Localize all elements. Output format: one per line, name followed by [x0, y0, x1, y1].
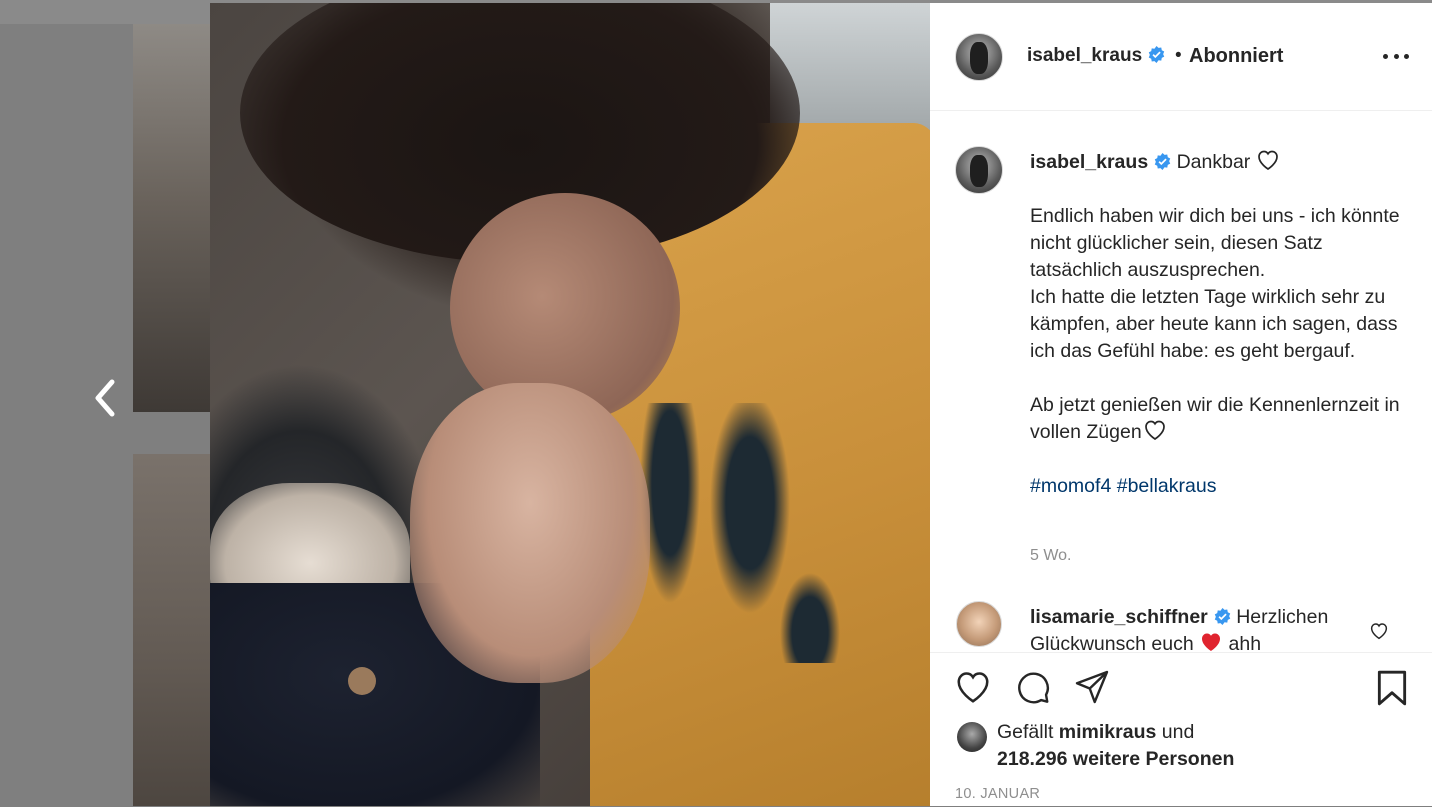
caption-title: Dankbar [1176, 151, 1251, 173]
caption-username[interactable]: isabel_kraus [1030, 151, 1148, 173]
liked-by-user[interactable]: mimikraus [1059, 721, 1157, 743]
background-thumbnail [133, 454, 213, 806]
verified-badge-icon [1154, 153, 1171, 170]
separator-dot: • [1175, 45, 1182, 66]
caption: isabel_kraus Dankbar Endlich haben wir d… [1030, 149, 1400, 500]
likes-summary: Gefällt mimikraus und 218.296 weitere Pe… [997, 721, 1235, 770]
like-heart-icon[interactable] [954, 669, 992, 705]
previous-post-button[interactable] [86, 376, 122, 420]
more-options-icon[interactable] [1383, 45, 1409, 67]
post-detail-panel: isabel_kraus • Abonniert isabel_kraus Da… [930, 3, 1432, 806]
post-header: isabel_kraus • Abonniert [930, 3, 1432, 111]
avatar[interactable] [957, 722, 987, 752]
comment-bubble-icon[interactable] [1014, 669, 1052, 705]
comment-username[interactable]: lisamarie_schiffner [1030, 606, 1208, 628]
hashtag-link[interactable]: #momof4 [1030, 475, 1111, 497]
post-date[interactable]: 10. JANUAR [955, 786, 1040, 802]
likes-count-link[interactable]: 218.296 weitere Personen [997, 748, 1234, 770]
bookmark-save-icon[interactable] [1375, 669, 1409, 707]
comment-like-icon[interactable] [1369, 622, 1389, 640]
follow-status-button[interactable]: Abonniert [1189, 45, 1283, 68]
heart-outline-icon [1257, 150, 1278, 171]
background-thumbnail [133, 24, 213, 412]
verified-badge-icon [1148, 46, 1165, 63]
caption-paragraph: Ich hatte die letzten Tage wirklich sehr… [1030, 286, 1398, 362]
avatar[interactable] [955, 33, 1003, 81]
heart-outline-icon [1144, 420, 1165, 441]
post-age[interactable]: 5 Wo. [1030, 547, 1072, 565]
comments-section: isabel_kraus Dankbar Endlich haben wir d… [930, 111, 1432, 652]
hashtag-link[interactable]: #bellakraus [1117, 475, 1217, 497]
red-heart-emoji-icon [1202, 633, 1221, 651]
author-username[interactable]: isabel_kraus [1027, 45, 1165, 67]
avatar[interactable] [956, 601, 1002, 647]
avatar[interactable] [955, 146, 1003, 194]
comment: lisamarie_schiffner Herzlichen Glückwuns… [1030, 604, 1360, 652]
post-photo[interactable] [210, 3, 930, 806]
verified-badge-icon [1214, 608, 1231, 625]
caption-paragraph: Endlich haben wir dich bei uns - ich kön… [1030, 205, 1400, 281]
comment-text-end: ahh [1228, 633, 1262, 652]
caption-paragraph: Ab jetzt genießen wir die Kennenlernzeit… [1030, 394, 1400, 443]
share-send-icon[interactable] [1073, 669, 1111, 705]
chevron-left-icon [95, 379, 115, 417]
